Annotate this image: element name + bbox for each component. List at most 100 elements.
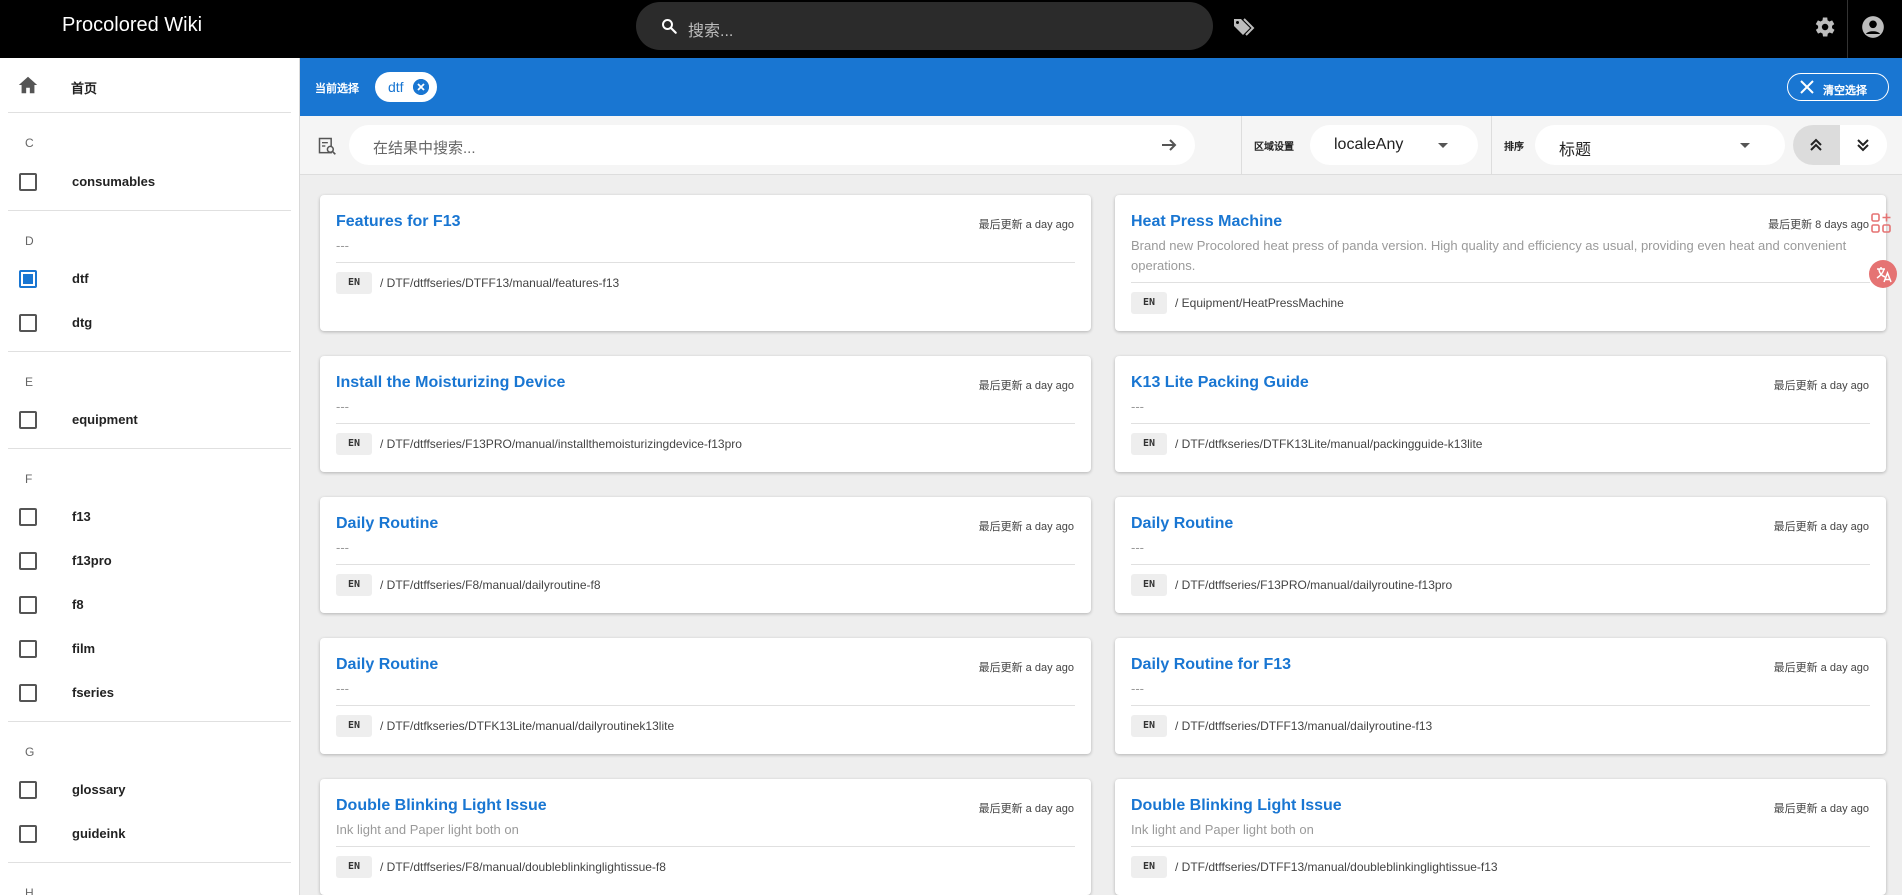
clear-selection-button[interactable]: 清空选择 [1787, 73, 1889, 101]
sidebar-item-home[interactable]: 首页 [0, 58, 299, 112]
sidebar-divider [8, 862, 291, 863]
tag-checkbox[interactable] [19, 781, 37, 799]
sort-descending-button[interactable] [1840, 125, 1887, 165]
card-divider [1131, 564, 1870, 565]
tag-checkbox[interactable] [19, 411, 37, 429]
locale-badge: EN [1131, 433, 1167, 455]
tag-checkbox[interactable] [19, 640, 37, 658]
tag-checkbox[interactable] [19, 552, 37, 570]
locale-badge: EN [1131, 292, 1167, 314]
result-card[interactable]: Daily Routine 最后更新 a day ago --- EN / DT… [320, 497, 1091, 613]
tag-checkbox-checked[interactable] [19, 270, 37, 288]
result-card[interactable]: Install the Moisturizing Device 最后更新 a d… [320, 356, 1091, 472]
card-title[interactable]: K13 Lite Packing Guide [1131, 374, 1309, 392]
card-divider [336, 262, 1075, 263]
card-title[interactable]: Features for F13 [336, 213, 460, 231]
locale-badge: EN [336, 715, 372, 737]
sidebar-tag-f8[interactable]: f8 [0, 585, 299, 625]
tag-checkbox[interactable] [19, 173, 37, 191]
result-card[interactable]: Daily Routine 最后更新 a day ago --- EN / DT… [1115, 497, 1886, 613]
tag-checkbox[interactable] [19, 825, 37, 843]
card-divider [336, 423, 1075, 424]
sidebar-tag-film[interactable]: film [0, 629, 299, 669]
group-letter: C [25, 136, 34, 150]
sidebar-tag-fseries[interactable]: fseries [0, 673, 299, 713]
card-description: --- [336, 681, 349, 696]
sidebar-divider [8, 448, 291, 449]
group-letter: D [25, 234, 34, 248]
result-card[interactable]: Daily Routine for F13 最后更新 a day ago ---… [1115, 638, 1886, 754]
tag-checkbox[interactable] [19, 596, 37, 614]
card-divider [1131, 846, 1870, 847]
home-icon [18, 76, 38, 94]
card-divider [336, 846, 1075, 847]
chip-remove-icon[interactable] [413, 79, 429, 95]
sidebar-tag-equipment[interactable]: equipment [0, 400, 299, 440]
brand-title[interactable]: Procolored Wiki [62, 14, 202, 37]
sidebar-tag-glossary[interactable]: glossary [0, 770, 299, 810]
result-card[interactable]: Daily Routine 最后更新 a day ago --- EN / DT… [320, 638, 1091, 754]
card-path: / DTF/dtffseries/DTFF13/manual/dailyrout… [1175, 719, 1433, 733]
sort-ascending-button[interactable] [1793, 125, 1840, 165]
card-description: Ink light and Paper light both on [336, 822, 519, 837]
apps-icon[interactable] [1870, 212, 1892, 234]
result-card[interactable]: Double Blinking Light Issue 最后更新 a day a… [320, 779, 1091, 895]
locale-badge: EN [336, 272, 372, 294]
card-title[interactable]: Double Blinking Light Issue [336, 797, 547, 815]
search-icon [662, 19, 677, 34]
sidebar-tag-f13[interactable]: f13 [0, 497, 299, 537]
caret-down-icon [1740, 143, 1750, 148]
locale-badge: EN [1131, 574, 1167, 596]
sidebar-tag-dtf[interactable]: dtf [0, 259, 299, 299]
sidebar-tag-f13pro[interactable]: f13pro [0, 541, 299, 581]
result-card[interactable]: K13 Lite Packing Guide 最后更新 a day ago --… [1115, 356, 1886, 472]
global-search[interactable]: 搜索... [636, 2, 1213, 50]
card-divider [1131, 282, 1870, 283]
tag-checkbox[interactable] [19, 314, 37, 332]
tags-icon[interactable] [1232, 15, 1256, 39]
tag-label: dtg [72, 315, 93, 330]
card-title[interactable]: Daily Routine [336, 656, 438, 674]
sidebar-tag-dtg[interactable]: dtg [0, 303, 299, 343]
result-card[interactable]: Heat Press Machine 最后更新 8 days ago Brand… [1115, 195, 1886, 331]
card-path: / DTF/dtfkseries/DTFK13Lite/manual/daily… [380, 719, 675, 733]
global-search-placeholder: 搜索... [688, 23, 734, 40]
tag-checkbox[interactable] [19, 684, 37, 702]
card-title[interactable]: Heat Press Machine [1131, 213, 1282, 231]
selected-tag-chip[interactable]: dtf [375, 72, 437, 102]
card-title[interactable]: Double Blinking Light Issue [1131, 797, 1342, 815]
card-description: --- [1131, 681, 1144, 696]
account-icon[interactable] [1860, 14, 1886, 40]
card-title[interactable]: Daily Routine for F13 [1131, 656, 1291, 674]
card-title[interactable]: Install the Moisturizing Device [336, 374, 565, 392]
translate-icon[interactable] [1869, 260, 1897, 288]
locale-select[interactable]: localeAny [1310, 125, 1478, 165]
tag-label: consumables [72, 174, 156, 189]
gear-icon[interactable] [1811, 14, 1837, 40]
chip-label: dtf [388, 79, 404, 95]
double-chevron-up-icon [1810, 138, 1822, 151]
card-divider [336, 564, 1075, 565]
card-description: --- [336, 540, 349, 555]
close-icon [1800, 80, 1814, 94]
sort-select[interactable]: 标题 [1535, 125, 1785, 165]
arrow-right-icon[interactable] [1159, 135, 1179, 155]
card-title[interactable]: Daily Routine [1131, 515, 1233, 533]
sidebar-tag-guideink[interactable]: guideink [0, 814, 299, 854]
sidebar-tag-consumables[interactable]: consumables [0, 162, 299, 202]
locale-badge: EN [336, 856, 372, 878]
card-title[interactable]: Daily Routine [336, 515, 438, 533]
tag-label: f13pro [72, 553, 112, 568]
results-search-placeholder: 在结果中搜索... [373, 140, 476, 157]
result-card[interactable]: Double Blinking Light Issue 最后更新 a day a… [1115, 779, 1886, 895]
locale-badge: EN [336, 574, 372, 596]
tag-checkbox[interactable] [19, 508, 37, 526]
card-path: / DTF/dtffseries/F13PRO/manual/installth… [380, 437, 742, 451]
tag-label: film [72, 641, 96, 656]
search-results-icon [318, 137, 336, 155]
card-divider [1131, 705, 1870, 706]
filter-divider [1241, 116, 1242, 174]
result-card[interactable]: Features for F13 最后更新 a day ago --- EN /… [320, 195, 1091, 331]
results-search-input[interactable]: 在结果中搜索... [349, 125, 1195, 165]
card-description: --- [336, 238, 349, 253]
